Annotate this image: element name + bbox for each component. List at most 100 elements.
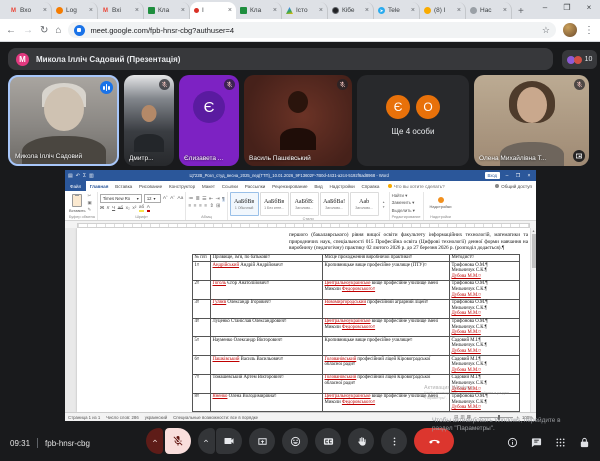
- camera-options-button[interactable]: [198, 428, 215, 454]
- ribbon-tab-макет[interactable]: Макет: [199, 184, 219, 189]
- url-text[interactable]: meet.google.com/fpb-hnsr-cbg?authuser=4: [90, 26, 234, 35]
- bookmark-star-icon[interactable]: ☆: [542, 25, 550, 36]
- tab-close-icon[interactable]: ×: [135, 7, 139, 14]
- forward-icon[interactable]: →: [23, 25, 33, 36]
- tab-close-icon[interactable]: ×: [411, 7, 415, 14]
- editing-item-выделить[interactable]: Выделить ▾: [392, 208, 415, 214]
- browser-tab-4[interactable]: Кла×: [144, 2, 190, 19]
- browser-tab-10[interactable]: (8) І×: [420, 2, 466, 19]
- profile-avatar[interactable]: [563, 23, 577, 37]
- reload-icon[interactable]: ↻: [40, 25, 48, 36]
- superscript-button[interactable]: x²: [132, 206, 136, 211]
- justify-icon[interactable]: ≡: [204, 204, 207, 209]
- ribbon-tab-файл[interactable]: Файл: [65, 181, 86, 191]
- undo-icon[interactable]: ↶: [76, 173, 80, 179]
- camera-toggle-button[interactable]: [216, 428, 242, 454]
- ribbon-tab-ссылки[interactable]: Ссылки: [218, 184, 241, 189]
- tab-close-icon[interactable]: ×: [228, 7, 232, 14]
- mic-options-button[interactable]: [146, 428, 163, 454]
- language[interactable]: украинский: [145, 415, 167, 420]
- captions-button[interactable]: [315, 428, 341, 454]
- line-spacing-icon[interactable]: ⇕: [210, 204, 214, 209]
- tab-close-icon[interactable]: ×: [43, 7, 47, 14]
- bold-button[interactable]: Ж: [100, 206, 104, 211]
- tab-close-icon[interactable]: ×: [365, 7, 369, 14]
- ribbon-tab-вид[interactable]: Вид: [311, 184, 326, 189]
- ribbon-tab-рисование[interactable]: Рисование: [136, 184, 166, 189]
- addins-button[interactable]: Надстройки: [426, 197, 456, 209]
- style-chip-4[interactable]: АаБбВа!Заголово...: [320, 192, 349, 216]
- page-count[interactable]: Страница 1 из 1: [68, 415, 100, 420]
- mic-mute-button[interactable]: [165, 428, 191, 454]
- host-controls-icon[interactable]: [579, 437, 590, 448]
- minimize-button[interactable]: –: [534, 0, 556, 14]
- browser-tab-3[interactable]: MВхі×: [98, 2, 144, 19]
- back-icon[interactable]: ←: [6, 25, 16, 36]
- browser-tab-2[interactable]: Log×: [52, 2, 98, 19]
- style-chip-1[interactable]: АаБбВв1 Обычный: [230, 192, 259, 216]
- ribbon-tab-справка[interactable]: Справка: [358, 184, 383, 189]
- scroll-up-icon[interactable]: ▴: [531, 228, 536, 233]
- browser-tab-11[interactable]: Нас×: [466, 2, 512, 19]
- tell-me-box[interactable]: Что вы хотите сделать?: [388, 184, 445, 189]
- italic-button[interactable]: К: [107, 206, 110, 211]
- participant-tile-5[interactable]: ЄОЩе 4 особи: [357, 75, 469, 166]
- show-marks-icon[interactable]: ¶: [222, 197, 225, 202]
- multilevel-icon[interactable]: ☰: [202, 197, 206, 202]
- participant-tile-3[interactable]: ЄЄлизавета ...: [179, 75, 239, 166]
- ribbon-tab-рассылки[interactable]: Рассылки: [241, 184, 268, 189]
- highlight-button[interactable]: аб: [139, 205, 144, 212]
- browser-tab-8[interactable]: Кібе×: [328, 2, 374, 19]
- ribbon-tab-надстройки[interactable]: Надстройки: [326, 184, 358, 189]
- raise-hand-button[interactable]: [348, 428, 374, 454]
- browser-tab-1[interactable]: MВхо×: [6, 2, 52, 19]
- change-case-icon[interactable]: Аа: [177, 196, 183, 201]
- cut-icon[interactable]: ✂: [88, 193, 92, 199]
- numbering-icon[interactable]: ≣: [196, 197, 200, 202]
- present-button[interactable]: [249, 428, 275, 454]
- font-name-select[interactable]: Times New Ro▾: [100, 194, 142, 203]
- shrink-font-icon[interactable]: Аˇ: [170, 196, 175, 201]
- align-left-icon[interactable]: ≡: [188, 204, 191, 209]
- browser-tab-9[interactable]: ➤Tele×: [374, 2, 420, 19]
- participant-tile-4[interactable]: Василь Пашківський: [244, 75, 352, 166]
- activities-grid-icon[interactable]: [555, 437, 566, 448]
- scroll-thumb[interactable]: [532, 234, 536, 268]
- participant-tile-2[interactable]: Дмитр...: [124, 75, 174, 166]
- browser-menu-icon[interactable]: ⋮: [584, 25, 594, 36]
- decrease-indent-icon[interactable]: ⇤: [209, 197, 213, 202]
- format-painter-icon[interactable]: ✎: [88, 207, 92, 213]
- browser-tab-5[interactable]: І×: [190, 2, 236, 19]
- tab-close-icon[interactable]: ×: [89, 7, 93, 14]
- font-color-button[interactable]: А: [147, 205, 150, 212]
- participants-chip[interactable]: 10: [562, 50, 597, 69]
- word-count[interactable]: Число слов: 286: [106, 415, 139, 420]
- participant-tile-1[interactable]: Микола Ілліч Садовий: [8, 75, 119, 166]
- participant-tile-6[interactable]: Олена Михайлівна Т...: [474, 75, 589, 166]
- copy-icon[interactable]: ▣: [88, 200, 92, 206]
- style-chip-3[interactable]: АаБбВ:Заголово...: [290, 192, 319, 216]
- share-button[interactable]: Общий доступ: [495, 184, 532, 189]
- more-options-button[interactable]: [381, 428, 407, 454]
- home-icon[interactable]: ⌂: [55, 25, 61, 36]
- word-minimize[interactable]: –: [503, 173, 511, 179]
- grow-font-icon[interactable]: Аˆ: [163, 196, 168, 201]
- style-chip-5[interactable]: АabЗаголово...: [350, 192, 379, 216]
- align-center-icon[interactable]: ≡: [194, 204, 197, 209]
- sum-icon[interactable]: Σ: [83, 173, 86, 179]
- pip-icon[interactable]: [573, 150, 585, 162]
- ribbon-tab-рецензирование[interactable]: Рецензирование: [269, 184, 311, 189]
- tab-close-icon[interactable]: ×: [181, 7, 185, 14]
- bullets-icon[interactable]: ≔: [188, 197, 193, 202]
- style-chip-2[interactable]: АаБбВв1 Без инте...: [260, 192, 289, 216]
- maximize-button[interactable]: ❐: [556, 0, 578, 14]
- font-size-select[interactable]: 12▾: [144, 194, 161, 203]
- tab-close-icon[interactable]: ×: [273, 7, 277, 14]
- subscript-button[interactable]: x₂: [126, 206, 130, 211]
- align-right-icon[interactable]: ≡: [199, 204, 202, 209]
- word-scrollbar[interactable]: ▴: [530, 228, 536, 412]
- accessibility-status[interactable]: Специальные возможности: все в порядке: [173, 415, 258, 420]
- tab-close-icon[interactable]: ×: [457, 7, 461, 14]
- word-close[interactable]: ×: [525, 173, 533, 179]
- chat-icon[interactable]: [531, 437, 542, 448]
